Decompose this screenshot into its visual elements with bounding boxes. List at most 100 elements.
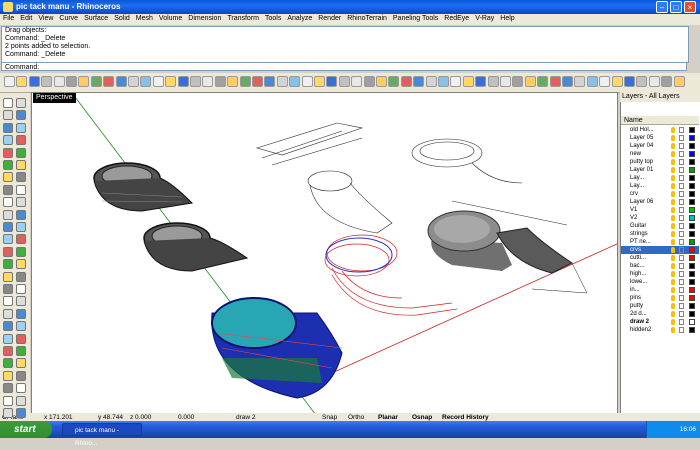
maximize-button[interactable]: □: [670, 1, 682, 13]
toolbar-tool-icon[interactable]: [115, 76, 127, 87]
layer-lock-icon[interactable]: [679, 175, 684, 181]
left-tool-icon[interactable]: [3, 98, 13, 108]
toolbar-tool-icon[interactable]: [475, 76, 487, 87]
left-tool-icon[interactable]: [16, 383, 26, 394]
layer-color-swatch[interactable]: [689, 183, 695, 189]
layer-row[interactable]: draw 2: [621, 318, 699, 326]
menu-item-render[interactable]: Render: [315, 14, 344, 25]
left-tool-icon[interactable]: [3, 110, 13, 121]
layer-visibility-bulb-icon[interactable]: [671, 159, 675, 165]
toolbar-tool-icon[interactable]: [537, 76, 549, 87]
toolbar-tool-icon[interactable]: [202, 76, 214, 87]
left-tool-icon[interactable]: [16, 234, 26, 245]
toolbar-tool-icon[interactable]: [28, 76, 40, 87]
layer-color-swatch[interactable]: [689, 255, 695, 261]
layer-lock-icon[interactable]: [679, 183, 684, 189]
menu-item-solid[interactable]: Solid: [111, 14, 133, 25]
layer-color-swatch[interactable]: [689, 311, 695, 317]
layer-visibility-bulb-icon[interactable]: [671, 143, 675, 149]
layer-lock-icon[interactable]: [679, 167, 684, 173]
left-tool-icon[interactable]: [3, 358, 13, 369]
menu-item-mesh[interactable]: Mesh: [133, 14, 156, 25]
layer-visibility-bulb-icon[interactable]: [671, 271, 675, 277]
left-tool-icon[interactable]: [3, 284, 13, 294]
layer-color-swatch[interactable]: [689, 295, 695, 301]
layer-visibility-bulb-icon[interactable]: [671, 231, 675, 237]
toolbar-tool-icon[interactable]: [41, 76, 53, 87]
layer-visibility-bulb-icon[interactable]: [671, 215, 675, 221]
layer-lock-icon[interactable]: [679, 135, 684, 141]
toolbar-tool-icon[interactable]: [562, 76, 573, 87]
left-tool-icon[interactable]: [3, 346, 13, 356]
menu-item-transform[interactable]: Transform: [224, 14, 262, 25]
layer-lock-icon[interactable]: [679, 327, 684, 333]
left-tool-icon[interactable]: [3, 172, 13, 183]
left-tool-icon[interactable]: [16, 358, 26, 369]
left-tool-icon[interactable]: [16, 370, 26, 381]
minimize-button[interactable]: –: [656, 1, 668, 13]
left-tool-icon[interactable]: [16, 333, 26, 344]
layer-color-swatch[interactable]: [689, 199, 695, 205]
layer-color-swatch[interactable]: [689, 231, 695, 237]
left-tool-icon[interactable]: [3, 135, 13, 146]
toolbar-tool-icon[interactable]: [264, 76, 276, 87]
toolbar-tool-icon[interactable]: [53, 76, 65, 87]
toolbar-tool-icon[interactable]: [673, 76, 685, 87]
layer-row[interactable]: V2: [621, 214, 699, 222]
layer-color-swatch[interactable]: [689, 207, 695, 213]
left-tool-icon[interactable]: [16, 308, 26, 319]
left-tool-icon[interactable]: [16, 408, 26, 418]
left-tool-icon[interactable]: [3, 246, 13, 257]
layer-color-swatch[interactable]: [689, 223, 695, 229]
layer-row[interactable]: lowe...: [621, 278, 699, 286]
perspective-viewport[interactable]: [31, 92, 618, 422]
layer-color-swatch[interactable]: [689, 287, 695, 293]
layer-visibility-bulb-icon[interactable]: [671, 263, 675, 269]
layer-color-swatch[interactable]: [689, 191, 695, 197]
menu-item-dimension[interactable]: Dimension: [185, 14, 224, 25]
layer-row[interactable]: Layer 05: [621, 134, 699, 142]
layer-row[interactable]: old Hol...: [621, 126, 699, 134]
layer-color-swatch[interactable]: [689, 327, 695, 333]
command-input[interactable]: Command:: [1, 62, 687, 71]
left-tool-icon[interactable]: [3, 271, 13, 282]
toolbar-tool-icon[interactable]: [438, 76, 449, 87]
layer-lock-icon[interactable]: [679, 127, 684, 133]
toolbar-tool-icon[interactable]: [648, 76, 660, 87]
left-tool-icon[interactable]: [16, 209, 26, 220]
toolbar-tool-icon[interactable]: [165, 76, 177, 87]
layer-color-swatch[interactable]: [689, 271, 695, 277]
menu-item-volume[interactable]: Volume: [156, 14, 185, 25]
layer-row[interactable]: pins: [621, 294, 699, 302]
menu-item-edit[interactable]: Edit: [17, 14, 35, 25]
left-tool-icon[interactable]: [16, 197, 26, 208]
menu-item-analyze[interactable]: Analyze: [284, 14, 315, 25]
menu-item-view[interactable]: View: [35, 14, 56, 25]
layers-name-column-header[interactable]: Name: [621, 116, 699, 125]
layer-visibility-bulb-icon[interactable]: [671, 327, 675, 333]
toolbar-tool-icon[interactable]: [574, 76, 586, 87]
toolbar-tool-icon[interactable]: [276, 76, 288, 87]
toolbar-tool-icon[interactable]: [661, 76, 673, 87]
left-tool-icon[interactable]: [16, 395, 26, 406]
left-tool-icon[interactable]: [16, 135, 26, 146]
toolbar-tool-icon[interactable]: [624, 76, 635, 87]
layer-lock-icon[interactable]: [679, 255, 684, 261]
toolbar-tool-icon[interactable]: [388, 76, 400, 87]
layer-visibility-bulb-icon[interactable]: [671, 287, 675, 293]
layer-color-swatch[interactable]: [689, 175, 695, 181]
menu-item-rhinoterrain[interactable]: RhinoTerrain: [344, 14, 390, 25]
layer-row[interactable]: PT ne...: [621, 238, 699, 246]
taskbar-item-rhino[interactable]: pic tack manu - Rhino...: [62, 423, 142, 447]
layer-row[interactable]: Lay...: [621, 174, 699, 182]
toolbar-tool-icon[interactable]: [549, 76, 561, 87]
layer-row[interactable]: Layer 06: [621, 198, 699, 206]
layer-lock-icon[interactable]: [679, 151, 684, 157]
toolbar-tool-icon[interactable]: [152, 76, 164, 87]
layer-color-swatch[interactable]: [689, 159, 695, 165]
left-tool-icon[interactable]: [16, 271, 26, 282]
layer-lock-icon[interactable]: [679, 231, 684, 237]
menu-item-file[interactable]: File: [0, 14, 17, 25]
left-tool-icon[interactable]: [16, 259, 26, 270]
toolbar-tool-icon[interactable]: [4, 76, 15, 87]
